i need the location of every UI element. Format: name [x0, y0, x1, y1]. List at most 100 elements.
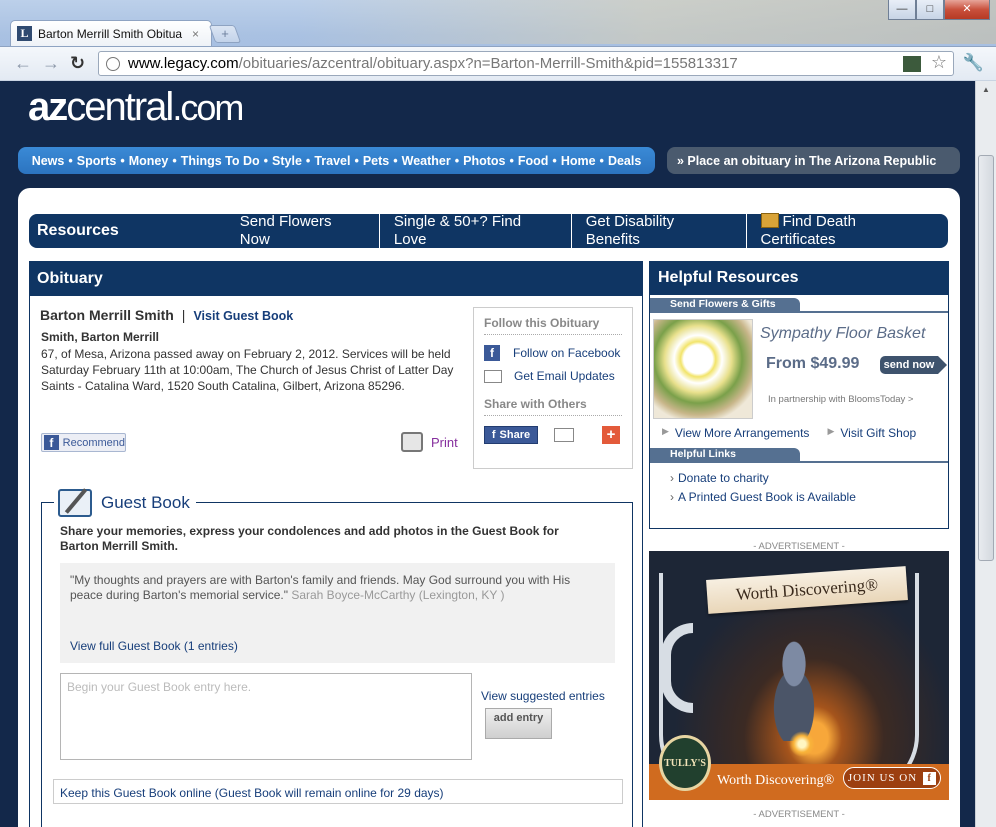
- url-host: www.legacy.com: [128, 55, 239, 72]
- flower-name[interactable]: Sympathy Floor Basket: [760, 325, 925, 343]
- nav-separator: •: [599, 153, 604, 168]
- facebook-icon: f: [491, 429, 496, 441]
- tab-close-icon[interactable]: ×: [192, 27, 199, 41]
- minimize-button[interactable]: —: [888, 0, 916, 20]
- guest-book-section: Guest Book Share your memories, express …: [41, 489, 633, 827]
- printed-guest-book-link[interactable]: › A Printed Guest Book is Available: [670, 490, 948, 504]
- share-row: f Share +: [484, 426, 622, 444]
- triangle-right-icon: ▶: [827, 426, 835, 436]
- blooms-today-partner-link[interactable]: In partnership with BloomsToday >: [768, 394, 913, 405]
- nav-things-to-do[interactable]: Things To Do: [181, 154, 260, 168]
- forward-button[interactable]: →: [42, 53, 60, 74]
- advertisement-label-2: - ADVERTISEMENT -: [753, 809, 845, 820]
- helpful-links-list: › Donate to charity › A Printed Guest Book…: [650, 463, 948, 504]
- chevron-right-icon: ›: [670, 471, 674, 485]
- more-share-icon[interactable]: +: [602, 426, 620, 444]
- join-us-on-facebook-button[interactable]: JOIN US ON f: [843, 767, 941, 789]
- visit-gift-shop-link[interactable]: Visit Gift Shop: [840, 426, 916, 440]
- death-certificates-link[interactable]: Find Death Certificates: [747, 213, 948, 249]
- nav-separator: •: [552, 153, 557, 168]
- legacy-favicon-icon: L: [17, 26, 32, 41]
- globe-icon: [106, 56, 120, 71]
- guest-book-entry-input[interactable]: Begin your Guest Book entry here.: [60, 673, 472, 760]
- follow-box: Follow this Obituary f Follow on Facebook…: [473, 307, 633, 469]
- back-button[interactable]: ←: [14, 53, 32, 74]
- view-suggested-entries-link[interactable]: View suggested entries: [481, 689, 605, 703]
- logo-central: central: [66, 85, 174, 129]
- visit-guest-book-link[interactable]: Visit Guest Book: [193, 309, 293, 323]
- follow-facebook-link[interactable]: f Follow on Facebook: [484, 345, 622, 361]
- feed-icon[interactable]: [903, 56, 921, 72]
- share-label: Share: [499, 429, 531, 441]
- plus-icon: +: [221, 26, 229, 41]
- send-now-button[interactable]: send now: [880, 356, 947, 374]
- obituary-text: 67, of Mesa, Arizona passed away on Febr…: [41, 347, 454, 393]
- web-page: azcentral.com News • Sports • Money • Thing…: [0, 81, 975, 827]
- nav-separator: •: [509, 153, 514, 168]
- email-updates-link[interactable]: Get Email Updates: [484, 369, 622, 383]
- follow-facebook-label: Follow on Facebook: [513, 346, 621, 360]
- flower-links: ▶ View More Arrangements ▶ Visit Gift Shop: [662, 426, 916, 440]
- flower-basket-image[interactable]: [653, 319, 753, 419]
- printed-guest-book-label: A Printed Guest Book is Available: [678, 490, 856, 504]
- nav-deals[interactable]: Deals: [608, 154, 641, 168]
- nav-money[interactable]: Money: [129, 154, 169, 168]
- email-share-icon[interactable]: [554, 428, 574, 442]
- nav-sports[interactable]: Sports: [77, 154, 117, 168]
- browser-tab[interactable]: L Barton Merrill Smith Obitua ×: [10, 20, 212, 46]
- scroll-up-arrow-icon[interactable]: ▲: [976, 81, 996, 98]
- print-button[interactable]: Print: [401, 432, 458, 452]
- page-scrollbar[interactable]: ▲: [975, 81, 996, 827]
- envelope-icon: [484, 369, 502, 383]
- wrench-menu-icon[interactable]: 🔧: [963, 53, 984, 73]
- find-love-link[interactable]: Single & 50+? Find Love: [380, 213, 572, 249]
- view-more-arrangements-link[interactable]: View More Arrangements: [675, 426, 810, 440]
- nav-news[interactable]: News: [32, 154, 65, 168]
- site-navigation: News • Sports • Money • Things To Do • Style…: [18, 147, 655, 174]
- disability-benefits-link[interactable]: Get Disability Benefits: [572, 213, 747, 249]
- guest-book-intro: Share your memories, express your condol…: [60, 524, 559, 553]
- bookmark-star-icon[interactable]: ☆: [931, 52, 947, 73]
- facebook-icon: f: [923, 771, 937, 785]
- azcentral-logo[interactable]: azcentral.com: [28, 85, 244, 130]
- nav-travel[interactable]: Travel: [314, 154, 350, 168]
- triangle-right-icon: ▶: [662, 426, 669, 436]
- url-path: /obituaries/azcentral/obituary.aspx?n=Ba…: [238, 55, 738, 72]
- send-flowers-link[interactable]: Send Flowers Now: [226, 213, 380, 249]
- nav-food[interactable]: Food: [518, 154, 549, 168]
- content-area: Resources Send Flowers Now Single & 50+?…: [18, 188, 960, 827]
- resources-title: Resources: [37, 222, 119, 239]
- keep-guest-book-online-link[interactable]: Keep this Guest Book online (Guest Book …: [53, 779, 623, 804]
- facebook-recommend-button[interactable]: f Recommend: [41, 433, 126, 452]
- facebook-icon: f: [44, 435, 59, 450]
- facebook-icon: f: [484, 345, 500, 361]
- view-full-guest-book-link[interactable]: View full Guest Book (1 entries): [70, 639, 238, 654]
- scrollbar-thumb[interactable]: [978, 155, 994, 561]
- nav-separator: •: [354, 153, 359, 168]
- certificate-folder-icon: [760, 213, 779, 228]
- mug-handle: [661, 623, 693, 713]
- nav-style[interactable]: Style: [272, 154, 302, 168]
- nav-weather[interactable]: Weather: [402, 154, 451, 168]
- nav-photos[interactable]: Photos: [463, 154, 505, 168]
- campfire-glow: [789, 731, 815, 757]
- new-tab-button[interactable]: +: [208, 25, 242, 43]
- maximize-button[interactable]: □: [916, 0, 944, 20]
- reload-button[interactable]: ↻: [70, 53, 85, 74]
- address-bar[interactable]: www.legacy.com/obituaries/azcentral/obit…: [98, 51, 954, 76]
- nav-pets[interactable]: Pets: [363, 154, 389, 168]
- deceased-name: Barton Merrill Smith | Visit Guest Book: [40, 307, 293, 323]
- entry-author: Sarah Boyce-McCarthy (Lexington, KY ): [291, 588, 505, 602]
- facebook-share-button[interactable]: f Share: [484, 426, 538, 444]
- close-window-button[interactable]: ✕: [944, 0, 990, 20]
- nav-home[interactable]: Home: [561, 154, 596, 168]
- join-us-label: JOIN US ON: [847, 772, 918, 784]
- add-entry-button[interactable]: add entry: [485, 708, 552, 739]
- logo-az: az: [28, 85, 68, 129]
- tullys-advertisement[interactable]: Worth Discovering® TULLY'S Worth Discove…: [649, 551, 949, 800]
- donate-link[interactable]: › Donate to charity: [670, 471, 948, 485]
- helpful-links-subheading: Helpful Links: [650, 448, 800, 461]
- ad-tagline: Worth Discovering®: [717, 773, 835, 788]
- email-updates-label: Get Email Updates: [514, 369, 615, 383]
- place-obituary-link[interactable]: » Place an obituary in The Arizona Repub…: [667, 147, 960, 174]
